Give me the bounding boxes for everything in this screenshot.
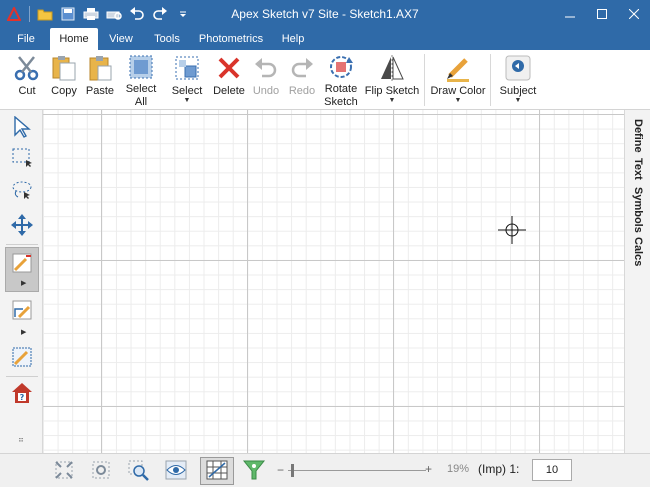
draw-shape-icon	[11, 299, 33, 324]
copy-icon	[48, 52, 80, 84]
dropdown-arrow-icon[interactable]: ▶	[21, 279, 26, 287]
paste-icon	[84, 52, 116, 84]
ribbon: Cut Copy Paste Select All Select ▼ Delet…	[0, 50, 650, 110]
scissors-icon	[11, 52, 43, 84]
draw-line-icon	[11, 252, 33, 277]
cursor-arrow-icon	[12, 114, 32, 141]
tab-photometrics[interactable]: Photometrics	[196, 28, 266, 50]
tab-text[interactable]: Text	[627, 156, 649, 182]
delete-button[interactable]: Delete	[210, 52, 248, 108]
right-side-panel: Define Text Symbols Calcs	[624, 110, 650, 453]
panel-grip-icon[interactable]: ⠶	[18, 435, 24, 444]
filter-button[interactable]	[240, 457, 268, 485]
zoom-extents-button[interactable]	[50, 457, 78, 485]
redo-button[interactable]: Redo	[285, 52, 319, 108]
pencil-color-icon	[442, 52, 474, 84]
dropdown-arrow-icon: ▼	[454, 97, 462, 104]
undo-button[interactable]: Undo	[249, 52, 283, 108]
left-toolbar: ▶ ▶ ?	[0, 110, 43, 453]
tab-calcs[interactable]: Calcs	[627, 236, 649, 268]
crosshair-cursor-icon	[498, 216, 526, 244]
pointer-tool[interactable]	[5, 113, 39, 143]
paste-button[interactable]: Paste	[82, 52, 118, 108]
close-icon[interactable]	[618, 0, 650, 28]
grid-icon	[205, 459, 229, 484]
move-tool[interactable]	[5, 211, 39, 241]
eye-grid-icon	[164, 459, 188, 484]
zoom-slider-track[interactable]	[288, 470, 426, 471]
zoom-window-button[interactable]	[124, 457, 152, 485]
rotate-sketch-button[interactable]: Rotate Sketch	[321, 52, 361, 108]
draw-area-icon	[11, 346, 33, 371]
zoom-fit-icon	[90, 459, 112, 484]
tab-define[interactable]: Define	[627, 116, 649, 156]
move-arrows-icon	[11, 213, 33, 239]
draw-area-tool[interactable]	[5, 343, 39, 373]
tab-help[interactable]: Help	[276, 28, 310, 50]
zoom-percent: 19%	[447, 463, 470, 475]
draw-shape-tool[interactable]	[5, 296, 39, 326]
svg-text:?: ?	[20, 393, 25, 402]
lasso-select-tool[interactable]	[5, 176, 39, 206]
dropdown-arrow-icon: ▼	[183, 97, 191, 104]
zoom-extents-icon	[53, 459, 75, 484]
cut-button[interactable]: Cut	[9, 52, 45, 108]
select-button[interactable]: Select ▼	[167, 52, 207, 108]
house-tool[interactable]: ?	[5, 379, 39, 409]
subject-button[interactable]: Subject ▼	[497, 52, 539, 108]
select-icon	[171, 52, 203, 84]
subject-icon	[502, 52, 534, 84]
undo-arrow-icon	[250, 52, 282, 84]
filter-eye-icon	[242, 459, 266, 484]
status-bar: − + 19% (Imp) 1: 10	[0, 453, 650, 487]
minimize-icon[interactable]	[554, 0, 586, 28]
dropdown-arrow-icon[interactable]: ▶	[21, 328, 26, 336]
tab-home[interactable]: Home	[50, 28, 98, 50]
redo-arrow-icon	[286, 52, 318, 84]
copy-button[interactable]: Copy	[46, 52, 82, 108]
select-all-button[interactable]: Select All	[121, 52, 161, 108]
delete-x-icon	[213, 52, 245, 84]
draw-color-button[interactable]: Draw Color ▼	[430, 52, 486, 108]
window-controls	[554, 0, 650, 28]
view-grid-button[interactable]	[162, 457, 190, 485]
ribbon-tabs: File Home View Tools Photometrics Help	[0, 28, 650, 50]
title-bar: Apex Sketch v7 Site - Sketch1.AX7	[0, 0, 650, 28]
select-all-icon	[125, 52, 157, 82]
flip-icon	[376, 52, 408, 84]
tab-tools[interactable]: Tools	[148, 28, 186, 50]
dropdown-arrow-icon: ▼	[514, 97, 522, 104]
marquee-select-icon	[11, 146, 33, 171]
units-scale-label: (Imp) 1:	[478, 462, 520, 476]
sketch-canvas[interactable]	[43, 110, 624, 453]
zoom-slider-thumb[interactable]	[291, 464, 294, 477]
window-title: Apex Sketch v7 Site - Sketch1.AX7	[231, 7, 419, 21]
zoom-in-button[interactable]: +	[425, 462, 432, 476]
tab-file[interactable]: File	[8, 28, 44, 50]
rectangle-select-tool[interactable]	[5, 143, 39, 173]
dropdown-arrow-icon: ▼	[388, 97, 396, 104]
zoom-out-button[interactable]: −	[277, 463, 284, 477]
scale-input[interactable]: 10	[532, 459, 572, 481]
tab-symbols[interactable]: Symbols	[627, 186, 649, 234]
rotate-icon	[325, 52, 357, 82]
lasso-icon	[11, 179, 33, 204]
grid-toggle-button[interactable]	[200, 457, 234, 485]
house-question-icon: ?	[10, 381, 34, 408]
maximize-icon[interactable]	[586, 0, 618, 28]
zoom-fit-button[interactable]	[87, 457, 115, 485]
zoom-magnifier-icon	[127, 459, 149, 484]
flip-sketch-button[interactable]: Flip Sketch ▼	[365, 52, 419, 108]
tab-view[interactable]: View	[104, 28, 138, 50]
